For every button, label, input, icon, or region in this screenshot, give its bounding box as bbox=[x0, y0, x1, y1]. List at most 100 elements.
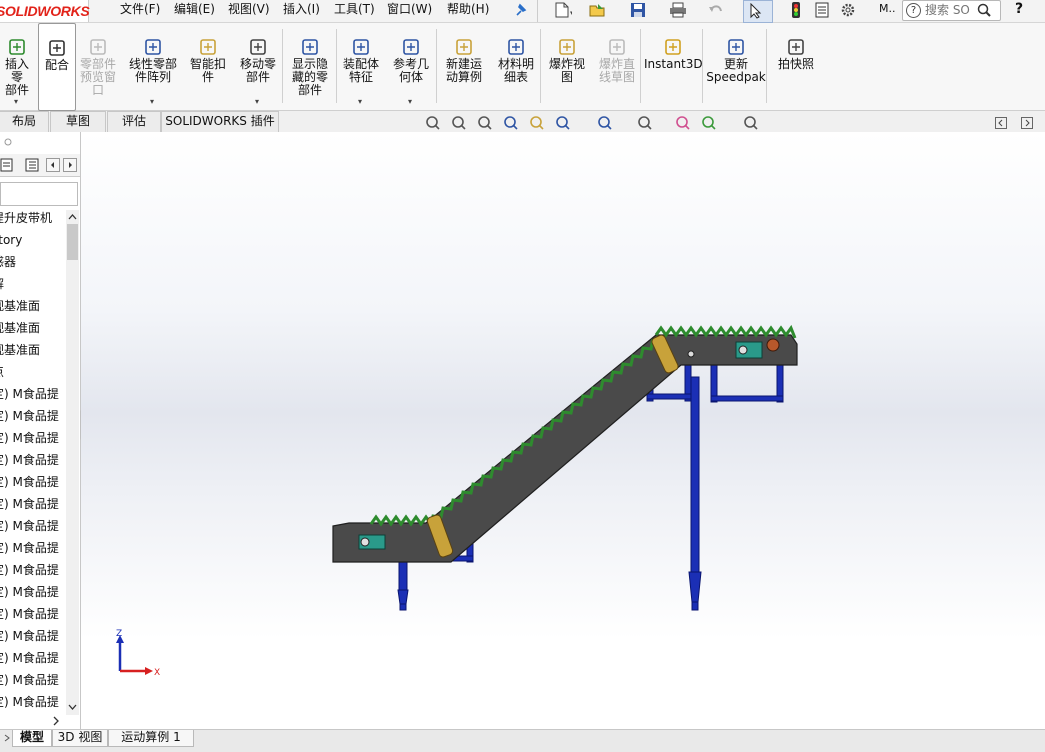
search-icon[interactable] bbox=[977, 3, 992, 17]
menu-tools[interactable]: 工具(T) bbox=[334, 0, 375, 22]
feature-tree-item[interactable]: 视基准面 bbox=[0, 317, 66, 339]
options-gear-icon[interactable] bbox=[838, 1, 858, 19]
display-style-icon[interactable] bbox=[596, 114, 614, 130]
tab-layout[interactable]: 布局 bbox=[0, 111, 49, 132]
feature-tree-item[interactable]: 定) M食品提 bbox=[0, 405, 66, 427]
feature-tree-item[interactable]: 定) M食品提 bbox=[0, 647, 66, 669]
panel-collapse-right-icon[interactable] bbox=[1021, 117, 1033, 129]
section-view-icon[interactable] bbox=[502, 114, 520, 130]
feature-tree-item[interactable]: 定) M食品提 bbox=[0, 383, 66, 405]
menu-insert[interactable]: 插入(I) bbox=[283, 0, 320, 22]
speedpak-button[interactable]: 更新 Speedpak bbox=[706, 23, 766, 109]
help-button[interactable]: ? bbox=[1015, 0, 1023, 22]
feature-tree-item[interactable]: 提升皮带机 bbox=[0, 207, 66, 229]
solidworks-logo[interactable]: SOLIDWORKS bbox=[0, 0, 90, 22]
panel-grip-icon[interactable] bbox=[3, 137, 13, 147]
feature-tree-item[interactable]: 定) M食品提 bbox=[0, 427, 66, 449]
select-button[interactable] bbox=[743, 0, 773, 23]
move-component-dropdown-icon[interactable]: ▾ bbox=[255, 95, 259, 108]
feature-tree-item[interactable]: 定) M食品提 bbox=[0, 515, 66, 537]
linear-pattern-dropdown-icon[interactable]: ▾ bbox=[150, 95, 154, 108]
new-document-icon[interactable]: ▾ bbox=[552, 1, 572, 19]
show-hidden-button[interactable]: 显示隐 藏的零 部件 bbox=[286, 23, 334, 109]
menu-edit[interactable]: 编辑(E) bbox=[174, 0, 215, 22]
scroll-down-icon[interactable] bbox=[67, 702, 78, 712]
insert-part-button[interactable]: 插入零 部件 ▾ bbox=[0, 23, 34, 109]
scroll-right-icon[interactable] bbox=[50, 715, 62, 727]
feature-tree-item-label: story bbox=[0, 233, 23, 247]
menu-help[interactable]: 帮助(H) bbox=[447, 0, 489, 22]
insert-part-dropdown-icon[interactable]: ▾ bbox=[14, 95, 18, 108]
edit-appearance-icon[interactable] bbox=[674, 114, 692, 130]
more-menu-label[interactable]: M.. bbox=[879, 0, 895, 22]
instant3d-button[interactable]: Instant3D bbox=[644, 23, 703, 109]
help-search-box[interactable]: ? bbox=[902, 0, 1001, 21]
tabs-scroll-left-icon[interactable] bbox=[46, 158, 60, 172]
assembly-features-button[interactable]: 装配体 特征 ▾ bbox=[338, 23, 384, 109]
linear-pattern-button[interactable]: 线性零部 件阵列 ▾ bbox=[124, 23, 182, 109]
menu-view[interactable]: 视图(V) bbox=[228, 0, 270, 22]
panel-collapse-left-icon[interactable] bbox=[995, 117, 1007, 129]
hide-show-items-icon[interactable] bbox=[636, 114, 654, 130]
exploded-view-button[interactable]: 爆炸视 图 bbox=[544, 23, 590, 109]
tabs-scroll-icon[interactable] bbox=[2, 733, 12, 743]
feature-tree-item[interactable]: 视基准面 bbox=[0, 295, 66, 317]
feature-tree-item[interactable]: 定) M食品提 bbox=[0, 603, 66, 625]
feature-tree-item[interactable]: 定) M食品提 bbox=[0, 537, 66, 559]
feature-tree-item[interactable]: 定) M食品提 bbox=[0, 581, 66, 603]
graphics-area[interactable]: Z X bbox=[81, 132, 1045, 729]
tab-model[interactable]: 模型 bbox=[12, 730, 52, 747]
zoom-to-fit-icon[interactable] bbox=[424, 114, 442, 130]
tab-sketch[interactable]: 草图 bbox=[50, 111, 106, 132]
file-properties-icon[interactable] bbox=[812, 1, 832, 19]
tab-evaluate[interactable]: 评估 bbox=[107, 111, 161, 132]
save-icon[interactable] bbox=[628, 1, 648, 19]
feature-tree-item[interactable]: 定) M食品提 bbox=[0, 625, 66, 647]
assembly-features-dropdown-icon[interactable]: ▾ bbox=[358, 95, 362, 108]
mate-button[interactable]: 配合 bbox=[38, 23, 76, 111]
feature-tree-item[interactable]: 定) M食品提 bbox=[0, 449, 66, 471]
pin-icon[interactable] bbox=[511, 1, 531, 19]
feature-tree-item[interactable]: 定) M食品提 bbox=[0, 669, 66, 691]
tab-solidworks-addins[interactable]: SOLIDWORKS 插件 bbox=[161, 111, 279, 132]
previous-view-icon[interactable] bbox=[476, 114, 494, 130]
zoom-to-area-icon[interactable] bbox=[450, 114, 468, 130]
new-motion-study-button[interactable]: 新建运 动算例 bbox=[440, 23, 488, 109]
smart-fasteners-button[interactable]: 智能扣 件 bbox=[186, 23, 230, 109]
feature-tree-item[interactable]: 定) M食品提 bbox=[0, 493, 66, 515]
reference-geometry-button[interactable]: 参考几 何体 ▾ bbox=[388, 23, 434, 109]
property-manager-tab-icon[interactable] bbox=[24, 157, 42, 173]
view-orientation-icon[interactable] bbox=[554, 114, 572, 130]
move-component-button[interactable]: 移动零 部件 ▾ bbox=[234, 23, 282, 109]
apply-scene-icon[interactable] bbox=[700, 114, 718, 130]
print-icon[interactable] bbox=[668, 1, 688, 19]
dynamic-annotation-icon[interactable] bbox=[528, 114, 546, 130]
open-icon[interactable] bbox=[588, 1, 608, 19]
scroll-up-icon[interactable] bbox=[67, 212, 78, 222]
menu-window[interactable]: 窗口(W) bbox=[387, 0, 432, 22]
scrollbar-thumb[interactable] bbox=[67, 224, 78, 260]
help-search-input[interactable] bbox=[925, 2, 973, 17]
tab-3d-view[interactable]: 3D 视图 bbox=[52, 730, 108, 747]
feature-tree-item[interactable]: story bbox=[0, 229, 66, 251]
menu-file[interactable]: 文件(F) bbox=[120, 0, 160, 22]
undo-icon[interactable] bbox=[706, 1, 726, 19]
view-settings-icon[interactable] bbox=[742, 114, 760, 130]
feature-tree-item[interactable]: 视基准面 bbox=[0, 339, 66, 361]
feature-tree-item[interactable]: 定) M食品提 bbox=[0, 471, 66, 493]
rebuild-traffic-light-icon[interactable] bbox=[786, 1, 806, 19]
bom-button[interactable]: 材料明 细表 bbox=[492, 23, 540, 109]
conveyor-model[interactable] bbox=[81, 132, 1045, 729]
feature-tree-item[interactable]: 定) M食品提 bbox=[0, 559, 66, 581]
feature-tree-item[interactable]: 定) M食品提 bbox=[0, 691, 66, 713]
snapshot-button[interactable]: 拍快照 bbox=[770, 23, 822, 109]
tab-motion-study-1[interactable]: 运动算例 1 bbox=[108, 730, 194, 747]
feature-tree-scrollbar[interactable] bbox=[66, 210, 79, 715]
tabs-scroll-right-icon[interactable] bbox=[63, 158, 77, 172]
feature-tree-item[interactable]: 解 bbox=[0, 273, 66, 295]
feature-tree-tab-icon[interactable] bbox=[0, 157, 14, 173]
feature-tree-item[interactable]: 感器 bbox=[0, 251, 66, 273]
feature-tree-item[interactable]: 点 bbox=[0, 361, 66, 383]
feature-tree-filter[interactable] bbox=[0, 182, 78, 206]
reference-geometry-dropdown-icon[interactable]: ▾ bbox=[408, 95, 412, 108]
